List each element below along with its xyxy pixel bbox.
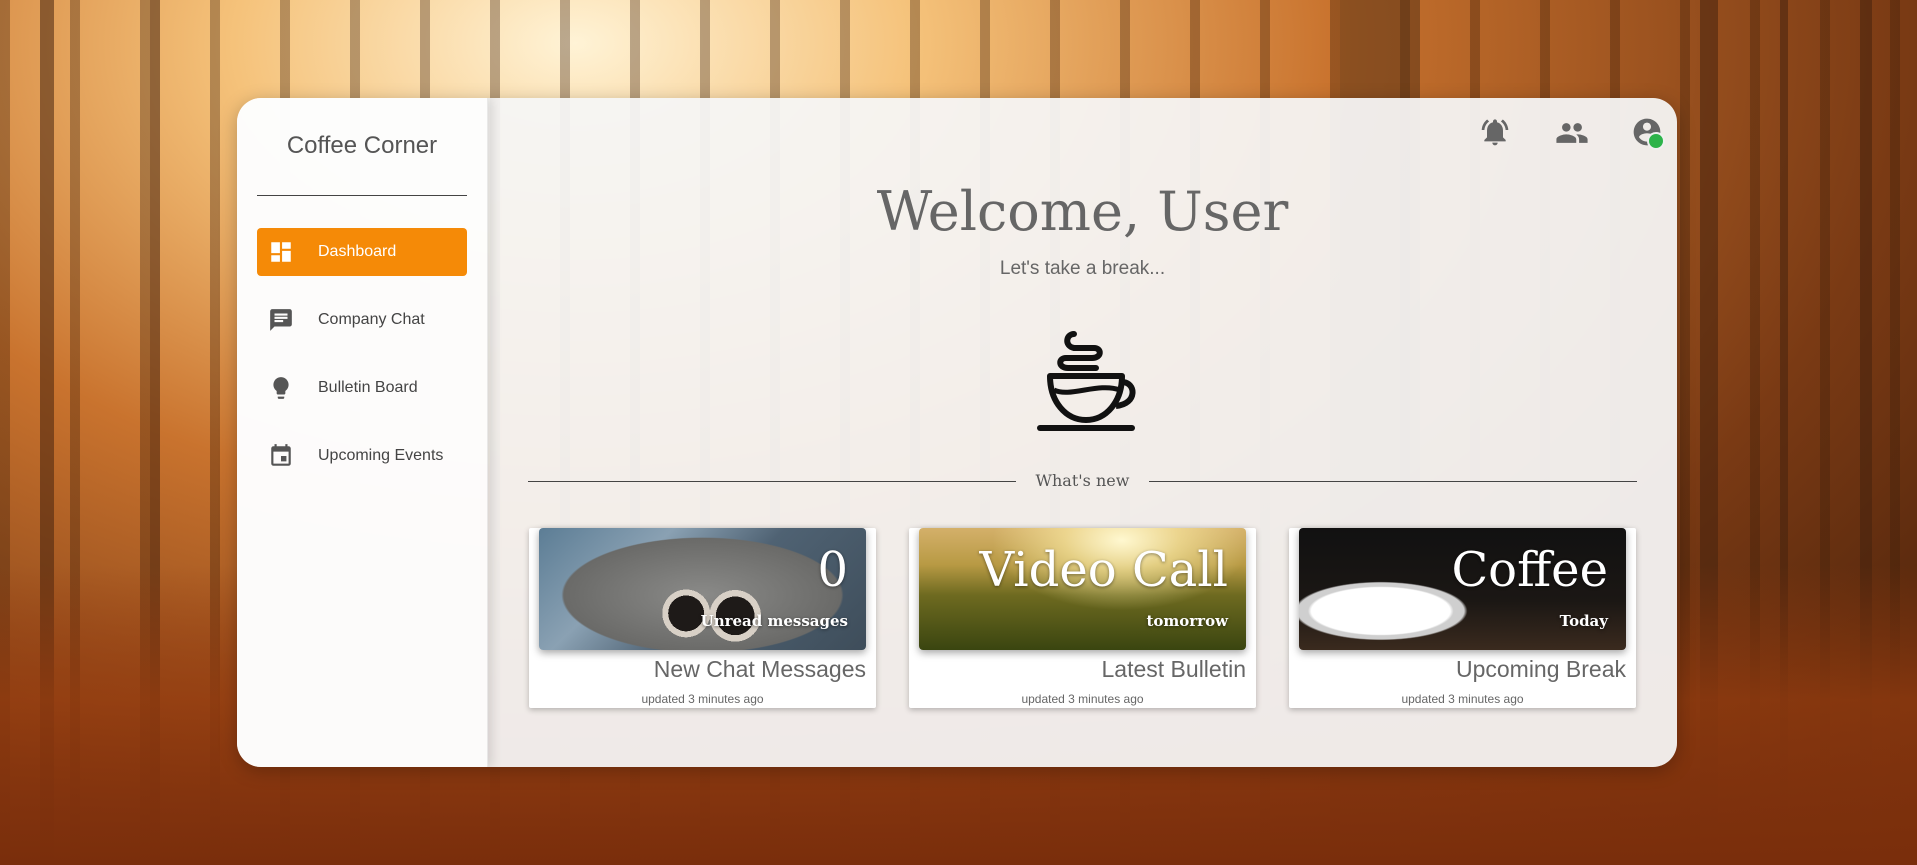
card-updated: updated 3 minutes ago	[1401, 692, 1524, 706]
header-actions	[1479, 116, 1665, 150]
cards-grid: 0 Unread messages New Chat Messages upda…	[529, 528, 1638, 708]
card-image: Coffee Today	[1299, 528, 1626, 650]
page-subtitle: Let's take a break...	[999, 258, 1166, 279]
card-upcoming-break[interactable]: Coffee Today Upcoming Break updated 3 mi…	[1289, 528, 1636, 708]
notifications-button[interactable]	[1479, 116, 1511, 148]
card-title: Latest Bulletin	[1101, 656, 1246, 682]
card-small-value: Today	[1559, 612, 1608, 630]
sidebar-item-upcoming-events[interactable]: Upcoming Events	[257, 432, 467, 480]
coffee-cup-icon	[1037, 331, 1136, 431]
card-latest-bulletin[interactable]: Video Call tomorrow Latest Bulletin upda…	[909, 528, 1256, 708]
sidebar-item-label: Company Chat	[318, 311, 425, 328]
account-button[interactable]	[1631, 116, 1665, 150]
sidebar-item-label: Dashboard	[318, 243, 397, 260]
notifications-icon	[1481, 119, 1509, 146]
main-content: Welcome, User Let's take a break... What…	[488, 98, 1677, 767]
card-title: New Chat Messages	[653, 656, 866, 682]
sidebar-item-company-chat[interactable]: Company Chat	[257, 296, 467, 344]
card-title: Upcoming Break	[1455, 656, 1626, 682]
divider-line	[1149, 481, 1637, 482]
card-updated: updated 3 minutes ago	[641, 692, 764, 706]
dashboard-icon	[267, 238, 295, 266]
card-big-value: Coffee	[1451, 542, 1608, 598]
people-icon	[1556, 123, 1588, 143]
page-title: Welcome, User	[876, 180, 1289, 243]
sidebar-item-dashboard[interactable]: Dashboard	[257, 228, 467, 276]
card-image: Video Call tomorrow	[919, 528, 1246, 650]
section-divider: What's new	[528, 471, 1637, 491]
sidebar-item-bulletin-board[interactable]: Bulletin Board	[257, 364, 467, 412]
brand-title: Coffee Corner	[286, 132, 438, 159]
sidebar-item-label: Bulletin Board	[318, 379, 418, 396]
sidebar: Coffee Corner Dashboard Company Chat Bul…	[237, 98, 488, 767]
app-window: Coffee Corner Dashboard Company Chat Bul…	[237, 98, 1677, 767]
brand-divider	[257, 195, 467, 196]
card-big-value: Video Call	[979, 542, 1228, 598]
card-big-value: 0	[817, 542, 848, 598]
card-small-value: Unread messages	[700, 612, 848, 630]
sidebar-item-label: Upcoming Events	[318, 447, 444, 464]
people-button[interactable]	[1555, 116, 1588, 148]
card-image: 0 Unread messages	[539, 528, 866, 650]
lightbulb-icon	[267, 374, 295, 402]
card-chat-messages[interactable]: 0 Unread messages New Chat Messages upda…	[529, 528, 876, 708]
chat-icon	[267, 306, 295, 334]
calendar-icon	[267, 442, 295, 470]
card-small-value: tomorrow	[1146, 612, 1228, 630]
sidebar-nav: Dashboard Company Chat Bulletin Board Up…	[257, 228, 467, 500]
online-status-dot	[1647, 132, 1665, 150]
card-updated: updated 3 minutes ago	[1021, 692, 1144, 706]
